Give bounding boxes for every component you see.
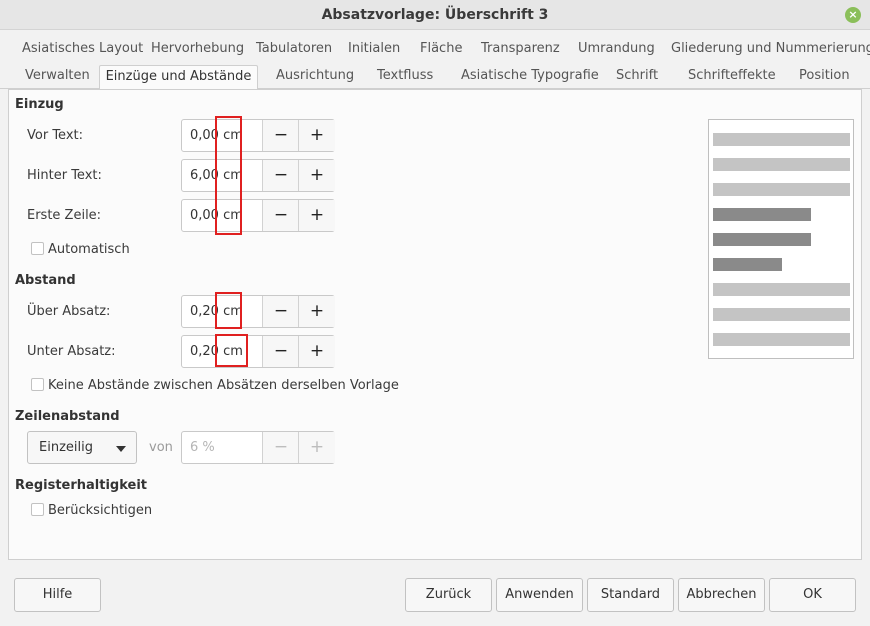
- vor-text-spinbox[interactable]: 0,00 cm − +: [181, 119, 335, 152]
- unter-absatz-decrement-button[interactable]: −: [262, 336, 299, 367]
- tab-textfluss[interactable]: Textfluss: [377, 68, 433, 83]
- automatisch-label: Automatisch: [48, 242, 130, 257]
- tab-umrandung[interactable]: Umrandung: [578, 41, 655, 56]
- tab-asiatisches-layout[interactable]: Asiatisches Layout: [22, 41, 143, 56]
- keine-abstaende-label: Keine Abstände zwischen Absätzen derselb…: [48, 378, 399, 393]
- hinter-text-label: Hinter Text:: [27, 168, 102, 183]
- vor-text-decrement-button[interactable]: −: [262, 120, 299, 151]
- unter-absatz-spinbox[interactable]: 0,20 cm − +: [181, 335, 335, 368]
- checkbox-icon[interactable]: [31, 378, 44, 391]
- tab-gliederung-und-nummerierung[interactable]: Gliederung und Nummerierung: [671, 41, 870, 56]
- checkbox-icon[interactable]: [31, 503, 44, 516]
- tab-asiatische-typografie[interactable]: Asiatische Typografie: [461, 68, 599, 83]
- einzug-heading: Einzug: [15, 97, 64, 112]
- tab-verwalten[interactable]: Verwalten: [25, 68, 90, 83]
- ueber-absatz-spinbox[interactable]: 0,20 cm − +: [181, 295, 335, 328]
- ok-button[interactable]: OK: [769, 578, 856, 612]
- ueber-absatz-increment-button[interactable]: +: [298, 296, 335, 327]
- vor-text-increment-button[interactable]: +: [298, 120, 335, 151]
- paragraph-preview: [708, 119, 854, 359]
- hinter-text-decrement-button[interactable]: −: [262, 160, 299, 191]
- tab-ausrichtung[interactable]: Ausrichtung: [276, 68, 354, 83]
- zeilenabstand-increment-button: +: [298, 432, 335, 463]
- erste-zeile-increment-button[interactable]: +: [298, 200, 335, 231]
- preview-line: [713, 308, 850, 321]
- preview-line: [713, 283, 850, 296]
- hinter-text-increment-button[interactable]: +: [298, 160, 335, 191]
- ueber-absatz-label: Über Absatz:: [27, 304, 111, 319]
- preview-line-current: [713, 208, 811, 221]
- unter-absatz-label: Unter Absatz:: [27, 344, 116, 359]
- abstand-heading: Abstand: [15, 273, 76, 288]
- zeilenabstand-dropdown[interactable]: Einzeilig: [27, 431, 137, 464]
- von-label: von: [149, 440, 173, 455]
- tab-row-1: Asiatisches Layout Hervorhebung Tabulato…: [0, 38, 870, 62]
- close-icon[interactable]: ×: [845, 7, 861, 23]
- tab-initialen[interactable]: Initialen: [348, 41, 400, 56]
- unit-highlight-box: [215, 292, 242, 329]
- beruecksichtigen-checkbox[interactable]: Berücksichtigen: [31, 503, 152, 518]
- zeilenabstand-heading: Zeilenabstand: [15, 409, 120, 424]
- ueber-absatz-decrement-button[interactable]: −: [262, 296, 299, 327]
- checkbox-icon[interactable]: [31, 242, 44, 255]
- title-bar: Absatzvorlage: Überschrift 3 ×: [0, 0, 870, 30]
- zeilenabstand-decrement-button: −: [262, 432, 299, 463]
- preview-line: [713, 133, 850, 146]
- zeilenabstand-mode[interactable]: Einzeilig: [39, 440, 93, 455]
- preview-line-current: [713, 233, 811, 246]
- keine-abstaende-checkbox[interactable]: Keine Abstände zwischen Absätzen derselb…: [31, 378, 399, 393]
- preview-line: [713, 183, 850, 196]
- tab-hervorhebung[interactable]: Hervorhebung: [151, 41, 244, 56]
- preview-line: [713, 158, 850, 171]
- preview-line-current: [713, 258, 782, 271]
- tab-row-2: Verwalten Einzüge und Abstände Ausrichtu…: [0, 65, 870, 90]
- unit-highlight-box: [215, 334, 248, 367]
- window-title: Absatzvorlage: Überschrift 3: [321, 7, 549, 23]
- tab-position[interactable]: Position: [799, 68, 850, 83]
- anwenden-button[interactable]: Anwenden: [496, 578, 583, 612]
- beruecksichtigen-label: Berücksichtigen: [48, 503, 153, 518]
- automatisch-checkbox[interactable]: Automatisch: [31, 242, 130, 257]
- erste-zeile-label: Erste Zeile:: [27, 208, 102, 223]
- preview-line: [713, 333, 850, 346]
- zeilenabstand-spinbox: 6 % − +: [181, 431, 335, 464]
- hilfe-button[interactable]: Hilfe: [14, 578, 101, 612]
- abbrechen-button[interactable]: Abbrechen: [678, 578, 765, 612]
- tab-transparenz[interactable]: Transparenz: [481, 41, 560, 56]
- unit-highlight-box: [215, 116, 242, 235]
- tab-schrift[interactable]: Schrift: [616, 68, 658, 83]
- tab-einzuege-und-abstaende[interactable]: Einzüge und Abstände: [99, 65, 258, 90]
- unter-absatz-increment-button[interactable]: +: [298, 336, 335, 367]
- standard-button[interactable]: Standard: [587, 578, 674, 612]
- registerhaltigkeit-heading: Registerhaltigkeit: [15, 478, 148, 493]
- erste-zeile-decrement-button[interactable]: −: [262, 200, 299, 231]
- tab-flaeche[interactable]: Fläche: [420, 41, 462, 56]
- hinter-text-spinbox[interactable]: 6,00 cm − +: [181, 159, 335, 192]
- zurueck-button[interactable]: Zurück: [405, 578, 492, 612]
- chevron-down-icon[interactable]: [116, 446, 126, 452]
- tab-schrifteffekte[interactable]: Schrifteffekte: [688, 68, 776, 83]
- zeilenabstand-value: 6 %: [190, 440, 215, 455]
- tab-tabulatoren[interactable]: Tabulatoren: [256, 41, 332, 56]
- vor-text-label: Vor Text:: [27, 128, 83, 143]
- erste-zeile-spinbox[interactable]: 0,00 cm − +: [181, 199, 335, 232]
